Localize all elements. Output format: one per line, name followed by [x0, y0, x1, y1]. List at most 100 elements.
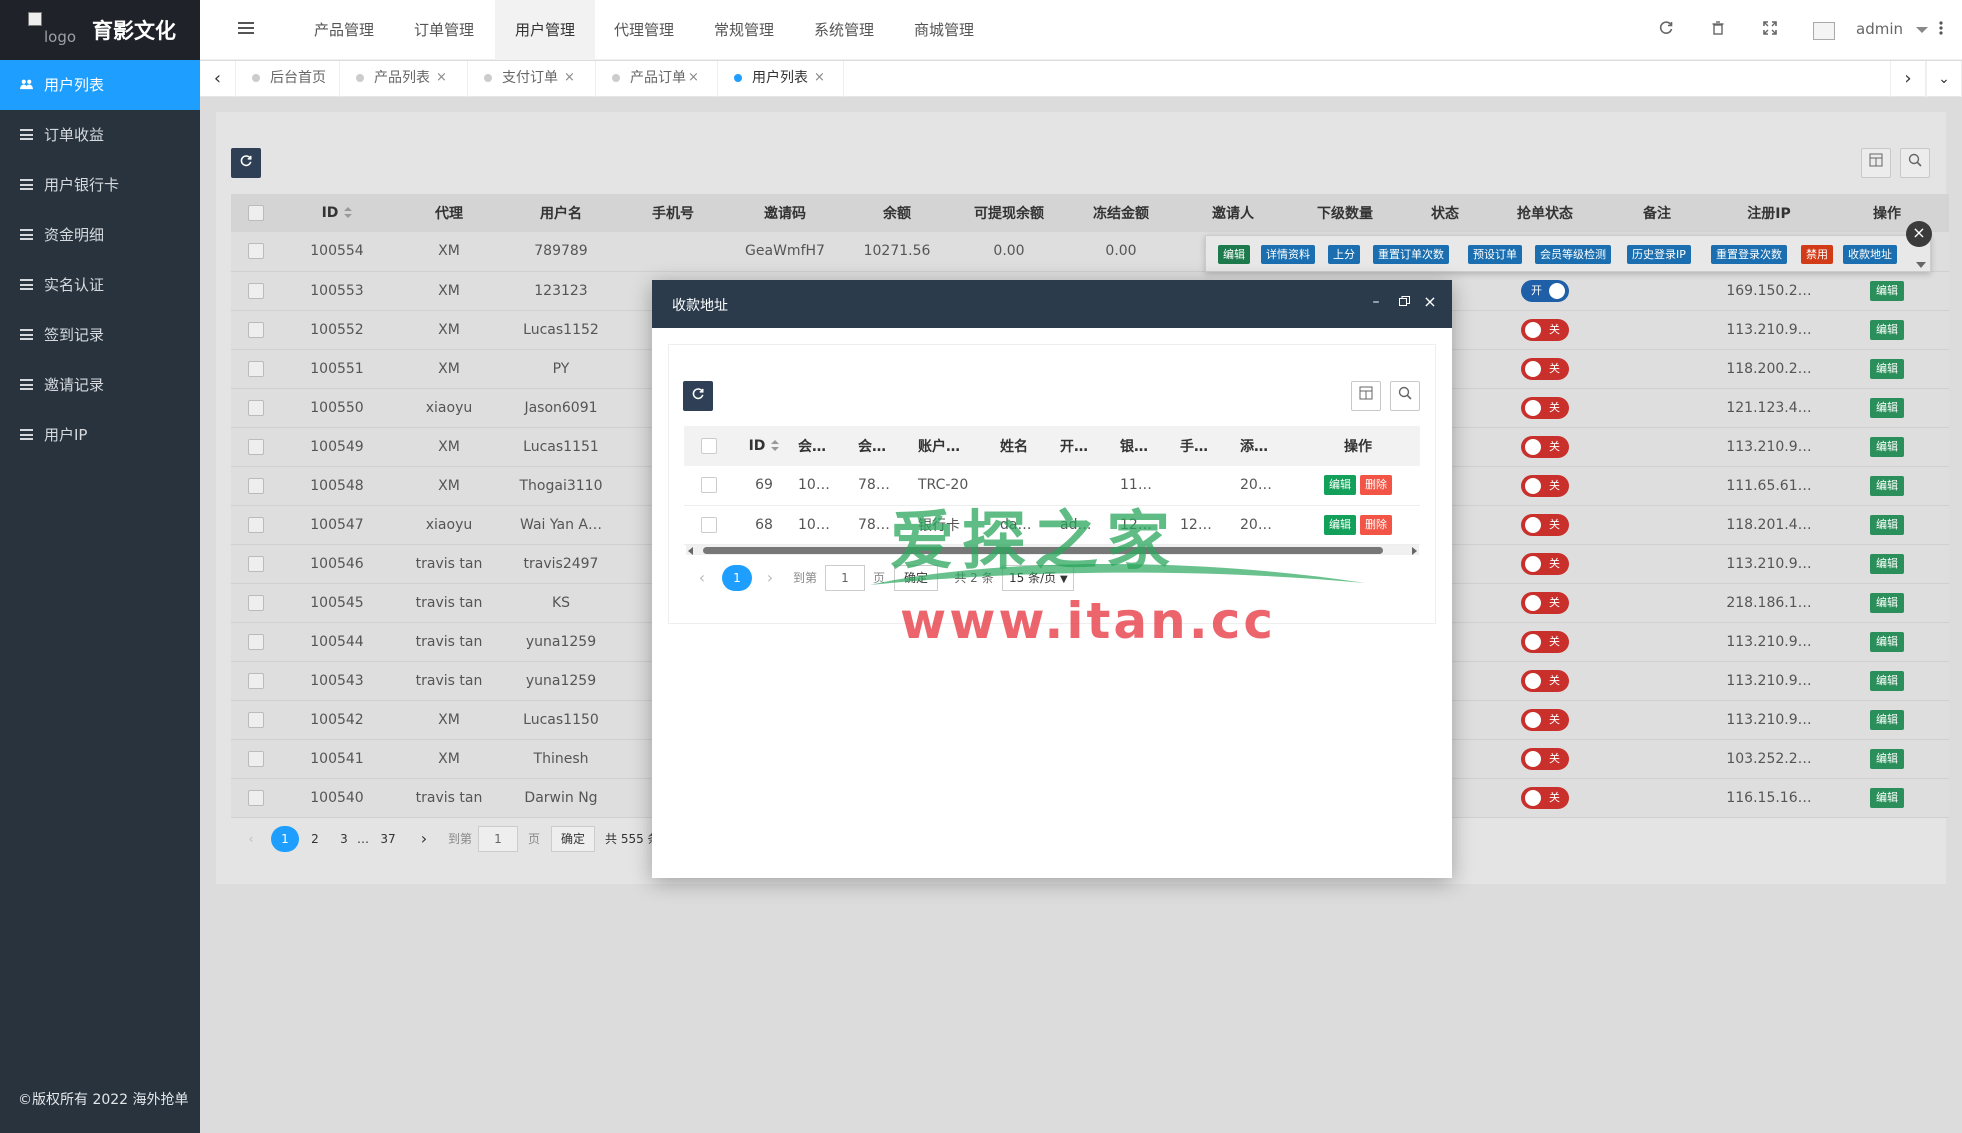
search-button[interactable] [1900, 148, 1930, 178]
row-select[interactable] [231, 232, 281, 272]
edit-button[interactable]: 编辑 [1870, 592, 1904, 613]
grab-toggle[interactable]: 关 [1521, 396, 1569, 419]
close-icon[interactable]: × [564, 61, 575, 95]
page-last[interactable]: 37 [376, 826, 400, 852]
page-1[interactable]: 1 [271, 826, 299, 852]
grab-toggle[interactable]: 关 [1521, 669, 1569, 692]
level-check-button[interactable]: 会员等级检测 [1535, 245, 1611, 264]
edit-button[interactable]: 编辑 [1870, 670, 1904, 691]
sort-icon[interactable] [771, 440, 780, 452]
dialog-columns-button[interactable] [1351, 381, 1381, 411]
close-icon[interactable]: × [436, 61, 447, 95]
grab-toggle[interactable]: 关 [1521, 474, 1569, 497]
row-select[interactable] [231, 778, 281, 818]
select-all-cell[interactable] [684, 426, 734, 466]
page-1[interactable]: 1 [722, 565, 752, 591]
edit-button[interactable]: 编辑 [1870, 709, 1904, 730]
payment-address-button[interactable]: 收款地址 [1843, 245, 1897, 264]
goto-confirm-button[interactable]: 确定 [551, 826, 595, 852]
scroll-left-icon[interactable] [688, 547, 693, 555]
col-id[interactable]: ID [734, 426, 794, 466]
grab-toggle[interactable]: 关 [1521, 747, 1569, 770]
row-checkbox[interactable] [248, 711, 264, 728]
sidebar-item-order-income[interactable]: 订单收益 [0, 110, 200, 160]
grab-toggle[interactable]: 关 [1521, 591, 1569, 614]
row-checkbox[interactable] [248, 750, 264, 767]
edit-button[interactable]: 编辑 [1870, 436, 1904, 457]
preset-order-button[interactable]: 预设订单 [1468, 245, 1522, 264]
details-button[interactable]: 详情资料 [1261, 245, 1315, 264]
select-all-checkbox[interactable] [248, 205, 264, 221]
trash-icon[interactable] [1707, 19, 1729, 41]
delete-button[interactable]: 删除 [1360, 514, 1392, 535]
row-checkbox[interactable] [248, 516, 264, 533]
tab-user-list[interactable]: 用户列表 × [718, 61, 844, 97]
tab-home[interactable]: 后台首页 [236, 61, 340, 97]
delete-button[interactable]: 删除 [1360, 475, 1392, 496]
login-ip-history-button[interactable]: 历史登录IP [1627, 245, 1691, 264]
row-checkbox[interactable] [248, 360, 264, 377]
row-select[interactable] [684, 505, 734, 545]
close-icon[interactable]: × [814, 61, 825, 95]
dialog-search-button[interactable] [1390, 381, 1420, 411]
select-all-checkbox[interactable] [701, 438, 717, 454]
page-2[interactable]: 2 [307, 826, 323, 852]
sidebar-item-user-ip[interactable]: 用户IP [0, 410, 200, 460]
sidebar-item-checkin[interactable]: 签到记录 [0, 310, 200, 360]
row-checkbox[interactable] [248, 789, 264, 806]
tab-product-orders[interactable]: 产品订单 × [596, 61, 718, 97]
row-select[interactable] [231, 544, 281, 584]
prev-page-icon[interactable]: ‹ [243, 826, 259, 852]
chevron-left-icon[interactable]: ‹ [200, 61, 236, 97]
edit-button[interactable]: 编辑 [1218, 245, 1250, 264]
prev-page-icon[interactable]: ‹ [694, 565, 710, 591]
tab-product-list[interactable]: 产品列表 × [340, 61, 468, 97]
edit-button[interactable]: 编辑 [1870, 358, 1904, 379]
topnav-agent[interactable]: 代理管理 [594, 0, 694, 60]
row-checkbox[interactable] [248, 555, 264, 572]
row-checkbox[interactable] [248, 438, 264, 455]
close-icon[interactable]: × [688, 61, 699, 95]
chevron-right-icon[interactable]: › [1890, 61, 1926, 97]
row-checkbox[interactable] [248, 672, 264, 689]
row-checkbox[interactable] [248, 399, 264, 416]
fullscreen-icon[interactable] [1759, 19, 1781, 41]
grab-toggle[interactable]: 关 [1521, 786, 1569, 809]
reset-login-count-button[interactable]: 重置登录次数 [1711, 245, 1787, 264]
row-select[interactable] [231, 427, 281, 467]
table-refresh-button[interactable] [231, 148, 261, 178]
row-select[interactable] [231, 505, 281, 545]
row-select[interactable] [231, 349, 281, 389]
sidebar-item-invites[interactable]: 邀请记录 [0, 360, 200, 410]
edit-button[interactable]: 编辑 [1870, 397, 1904, 418]
col-id[interactable]: ID [281, 194, 393, 232]
grab-toggle[interactable]: 关 [1521, 630, 1569, 653]
edit-button[interactable]: 编辑 [1870, 280, 1904, 301]
maximize-icon[interactable] [1396, 293, 1412, 311]
goto-confirm-button[interactable]: 确定 [894, 565, 938, 591]
edit-button[interactable]: 编辑 [1324, 475, 1356, 496]
row-select[interactable] [231, 700, 281, 740]
scroll-down-icon[interactable] [1916, 262, 1926, 268]
next-page-icon[interactable]: › [762, 565, 778, 591]
menu-toggle-icon[interactable] [238, 22, 254, 36]
row-checkbox[interactable] [248, 477, 264, 494]
refresh-icon[interactable] [1655, 19, 1677, 41]
grab-toggle[interactable]: 关 [1521, 552, 1569, 575]
row-select[interactable] [231, 388, 281, 428]
edit-button[interactable]: 编辑 [1870, 553, 1904, 574]
row-select[interactable] [231, 622, 281, 662]
per-page-select[interactable]: 15 条/页 ▼ [1002, 565, 1074, 591]
minimize-icon[interactable]: – [1368, 293, 1384, 311]
page-input[interactable]: 1 [478, 826, 518, 852]
topnav-user[interactable]: 用户管理 [495, 0, 595, 60]
row-checkbox[interactable] [248, 633, 264, 650]
row-checkbox[interactable] [701, 516, 717, 533]
dialog-refresh-button[interactable] [683, 381, 713, 411]
horizontal-scrollbar[interactable] [686, 545, 1419, 555]
grab-toggle[interactable]: 关 [1521, 435, 1569, 458]
grab-toggle[interactable]: 关 [1521, 357, 1569, 380]
add-balance-button[interactable]: 上分 [1328, 245, 1360, 264]
edit-button[interactable]: 编辑 [1870, 748, 1904, 769]
edit-button[interactable]: 编辑 [1870, 631, 1904, 652]
